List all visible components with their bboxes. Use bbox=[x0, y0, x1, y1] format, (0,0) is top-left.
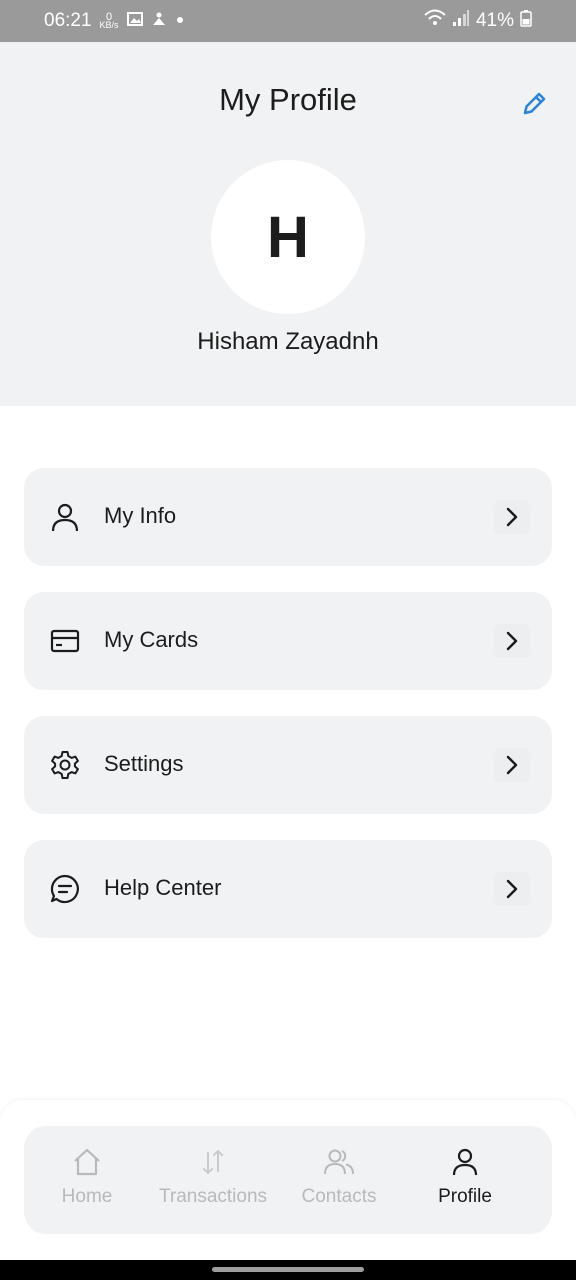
home-icon bbox=[71, 1146, 103, 1178]
nav-item-transactions[interactable]: Transactions bbox=[150, 1146, 276, 1218]
pencil-icon bbox=[519, 89, 549, 124]
nav-label-transactions: Transactions bbox=[158, 1186, 268, 1207]
menu-label-my-info: My Info bbox=[104, 503, 177, 528]
nav-label-profile: Profile bbox=[438, 1186, 492, 1207]
nav-label-contacts: Contacts bbox=[301, 1186, 377, 1207]
battery-icon bbox=[520, 9, 532, 33]
person-icon bbox=[46, 498, 84, 536]
status-bar: 06:21 0 KB/s 41% bbox=[0, 0, 576, 42]
signal-icon bbox=[452, 9, 470, 33]
dot-icon bbox=[175, 12, 185, 30]
profile-header: My Profile H Hisham Zayadnh bbox=[0, 42, 576, 406]
bottom-navigation-container: Home Transactions Contacts Profile bbox=[0, 1100, 576, 1260]
status-time: 06:21 bbox=[44, 10, 92, 31]
transfer-icon bbox=[197, 1146, 229, 1178]
edit-profile-button[interactable] bbox=[514, 88, 554, 124]
person-icon bbox=[449, 1146, 481, 1178]
net-speed-unit: KB/s bbox=[99, 20, 119, 30]
net-speed: 0 KB/s bbox=[99, 12, 119, 30]
menu-item-my-cards[interactable]: My Cards bbox=[24, 592, 552, 690]
app-icon bbox=[151, 11, 167, 32]
chevron-right-icon bbox=[494, 500, 530, 534]
contacts-icon bbox=[323, 1146, 355, 1178]
nav-item-profile[interactable]: Profile bbox=[402, 1146, 528, 1218]
menu-label-my-cards: My Cards bbox=[104, 627, 199, 652]
battery-level: 41% bbox=[475, 10, 514, 31]
menu-label-help-center: Help Center bbox=[104, 875, 222, 900]
menu-item-settings[interactable]: Settings bbox=[24, 716, 552, 814]
menu-label-settings: Settings bbox=[104, 751, 184, 776]
gear-icon bbox=[46, 746, 84, 784]
nav-item-home[interactable]: Home bbox=[24, 1146, 150, 1218]
page-title: My Profile bbox=[219, 82, 357, 117]
nav-label-home: Home bbox=[61, 1186, 113, 1207]
chevron-right-icon bbox=[494, 748, 530, 782]
wifi-icon bbox=[424, 9, 446, 33]
bottom-nav-bar: Home Transactions Contacts Profile bbox=[24, 1126, 552, 1234]
system-navigation-bar bbox=[0, 1260, 576, 1280]
chat-icon bbox=[46, 870, 84, 908]
menu-item-help-center[interactable]: Help Center bbox=[24, 840, 552, 938]
user-name: Hisham Zayadnh bbox=[197, 328, 379, 355]
menu-item-my-info[interactable]: My Info bbox=[24, 468, 552, 566]
avatar: H bbox=[211, 160, 365, 314]
card-icon bbox=[46, 622, 84, 660]
chevron-right-icon bbox=[494, 624, 530, 658]
nav-item-contacts[interactable]: Contacts bbox=[276, 1146, 402, 1218]
gallery-icon bbox=[126, 11, 143, 32]
chevron-right-icon bbox=[494, 872, 530, 906]
home-indicator[interactable] bbox=[212, 1267, 364, 1272]
